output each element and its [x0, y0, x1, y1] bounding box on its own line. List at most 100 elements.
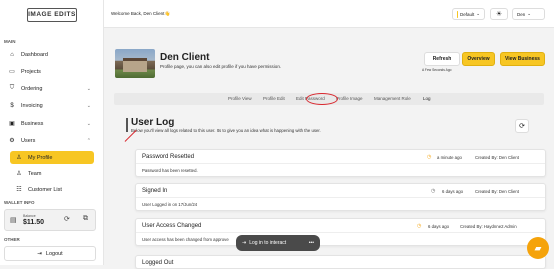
wallet-balance-label: Balance — [23, 214, 36, 218]
log-entry-author: Created By: Den Client — [475, 155, 519, 160]
section-label-main: MAIN — [4, 39, 16, 44]
clock-icon: ◷ — [417, 223, 422, 229]
tab-management-role[interactable]: Management Role — [374, 96, 412, 101]
theme-select-value: Default — [459, 11, 475, 17]
logout-button[interactable]: ⇥ Logout — [4, 246, 96, 261]
log-entry: Signed In ◷ 6 days ago Created By: Den C… — [135, 183, 546, 211]
log-entry: Password Resetted ◷ a minute ago Created… — [135, 149, 546, 177]
log-entry-time: 6 days ago — [428, 224, 450, 229]
app-logo: IMAGE EDITS — [27, 8, 77, 22]
log-entry-title: Logged Out — [142, 260, 174, 266]
login-toast[interactable]: ⇥ Log in to interact ••• — [236, 235, 320, 251]
chat-icon: ▰ — [534, 242, 542, 253]
sidebar-item-invoicing[interactable]: $ Invoicing ⌄ — [3, 99, 97, 112]
log-entry-body: Password has been resetted. — [142, 168, 198, 173]
dollar-icon: $ — [10, 102, 14, 109]
sidebar-item-label: Users — [21, 137, 36, 144]
section-label-wallet: WALLET INFO — [4, 200, 35, 205]
annotation-circle — [306, 93, 338, 105]
chat-button[interactable]: ▰ — [527, 237, 549, 259]
log-entry-author: Created By: Den Client — [475, 189, 519, 194]
sidebar-item-label: Business — [21, 120, 44, 127]
top-bar: Welcome Back, Den Client👋 Default ⌄ ☀ Den… — [104, 0, 554, 28]
log-entry-author: Created By: Haydnne2 Admin — [460, 224, 517, 229]
title-accent-bar — [126, 118, 128, 132]
sun-icon: ☀ — [495, 11, 503, 18]
sidebar-item-team[interactable]: ♙ Team — [10, 167, 94, 180]
profile-description: Profile page, you can also edit profile … — [160, 64, 282, 69]
refresh-icon: ⟳ — [519, 123, 525, 130]
sidebar-item-label: Customer List — [28, 186, 62, 193]
chevron-down-icon: ⌄ — [527, 11, 532, 16]
wallet-card: ▤ Balance $11.50 ⟳ ⧉ — [4, 209, 96, 231]
tab-log[interactable]: Log — [423, 96, 431, 101]
refresh-icon[interactable]: ⟳ — [64, 215, 70, 223]
tab-profile-edit[interactable]: Profile Edit — [263, 96, 285, 101]
tab-profile-image[interactable]: Profile Image — [336, 96, 363, 101]
sidebar-item-label: Invoicing — [21, 102, 43, 109]
sidebar-item-dashboard[interactable]: ⌂ Dashboard — [3, 48, 97, 61]
user-menu[interactable]: Den ⌄ — [512, 8, 545, 20]
sidebar-item-label: Team — [28, 170, 42, 177]
theme-swatch — [457, 10, 458, 18]
log-entry: User Access Changed ◷ 6 days ago Created… — [135, 218, 546, 246]
external-link-icon[interactable]: ⧉ — [83, 215, 88, 223]
gear-icon: ⚙ — [9, 138, 15, 144]
refresh-log-button[interactable]: ⟳ — [515, 119, 529, 133]
section-label-other: OTHER — [4, 237, 20, 242]
logout-label: Logout — [45, 250, 63, 257]
user-log-title: User Log — [131, 117, 175, 128]
login-icon: ⇥ — [242, 240, 247, 246]
welcome-text: Welcome Back, Den Client👋 — [111, 11, 171, 16]
user-menu-name: Den — [517, 11, 526, 17]
sidebar-item-ordering[interactable]: ⛉ Ordering ⌄ — [3, 82, 97, 95]
cart-icon: ⛉ — [9, 85, 15, 91]
log-entry-title: Signed In — [142, 188, 168, 194]
overview-button[interactable]: Overview — [462, 52, 495, 66]
main-content: Den Client Profile page, you can also ed… — [104, 28, 554, 269]
sidebar-item-label: Projects — [21, 68, 41, 75]
sidebar-item-label: My Profile — [28, 154, 53, 161]
theme-select[interactable]: Default ⌄ — [452, 8, 485, 20]
refresh-note: A Few Seconds Ago — [422, 68, 452, 72]
log-entry-time: 6 days ago — [442, 189, 464, 194]
wallet-amount: $11.50 — [23, 219, 45, 226]
clock-icon: ◷ — [427, 154, 432, 160]
log-entry-body: User Logged in on 17/Jun/24 — [142, 202, 198, 207]
sidebar-item-projects[interactable]: ▭ Projects — [3, 65, 97, 78]
sidebar: IMAGE EDITS MAIN ⌂ Dashboard ▭ Projects ⛉ O… — [0, 0, 104, 265]
team-icon: ♙ — [16, 171, 22, 177]
toast-text: Log in to interact — [249, 240, 287, 246]
home-icon: ⌂ — [10, 51, 14, 58]
profile-name: Den Client — [160, 52, 210, 63]
sidebar-item-label: Dashboard — [21, 51, 48, 58]
chevron-down-icon: ⌄ — [86, 120, 91, 127]
log-entry: Logged Out — [135, 255, 546, 269]
chevron-down-icon: ⌄ — [476, 11, 480, 16]
logout-icon: ⇥ — [37, 250, 42, 257]
log-entry-time: a minute ago — [437, 155, 462, 160]
user-log-description: Below you'll view all logs related to th… — [131, 128, 321, 133]
list-icon: ☷ — [16, 187, 22, 193]
user-icon: ♙ — [16, 155, 22, 161]
sidebar-item-label: Ordering — [21, 85, 43, 92]
chevron-down-icon: ⌄ — [86, 85, 91, 92]
refresh-button[interactable]: Refresh — [424, 52, 460, 66]
tab-profile-view[interactable]: Profile View — [228, 96, 252, 101]
view-business-button[interactable]: View Business — [500, 52, 545, 66]
sidebar-item-users[interactable]: ⚙ Users ⌃ — [3, 134, 97, 147]
clock-icon: ◷ — [431, 188, 436, 194]
log-entry-title: User Access Changed — [142, 223, 202, 229]
theme-toggle-button[interactable]: ☀ — [490, 8, 508, 20]
log-entry-title: Password Resetted — [142, 154, 195, 160]
sidebar-item-business[interactable]: ▣ Business ⌄ — [3, 117, 97, 130]
sidebar-item-customer-list[interactable]: ☷ Customer List — [10, 183, 94, 196]
sidebar-item-my-profile[interactable]: ♙ My Profile — [10, 151, 94, 164]
chevron-down-icon: ⌄ — [86, 102, 91, 109]
wallet-icon: ▤ — [10, 217, 17, 224]
chevron-up-icon: ⌃ — [86, 137, 91, 144]
more-icon[interactable]: ••• — [309, 240, 314, 246]
briefcase-icon: ▣ — [9, 121, 15, 127]
folder-icon: ▭ — [9, 69, 15, 75]
profile-image — [115, 49, 155, 78]
